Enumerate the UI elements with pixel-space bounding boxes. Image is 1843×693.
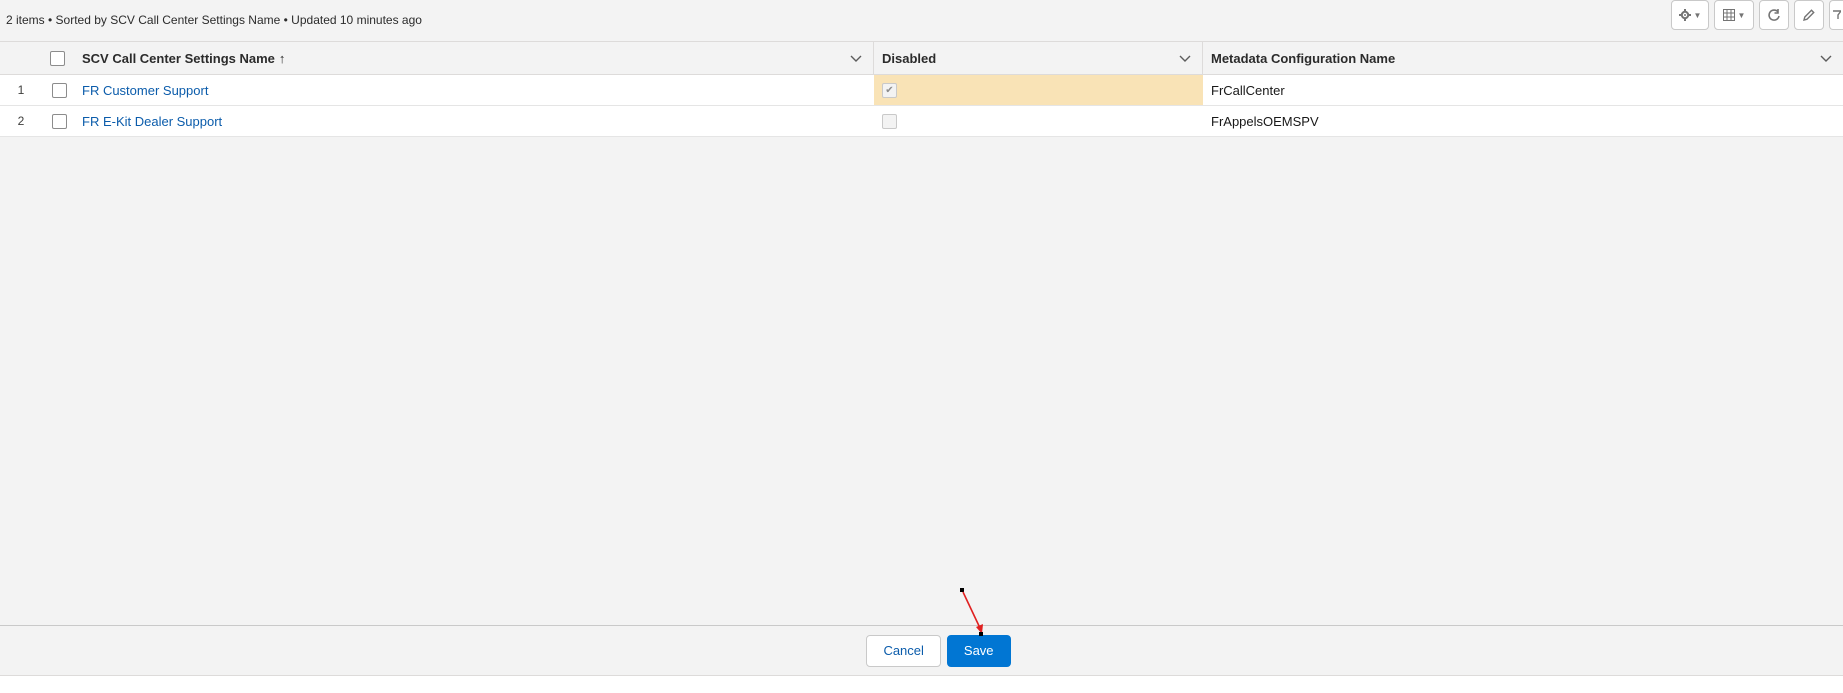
cancel-button[interactable]: Cancel — [866, 634, 941, 667]
row-number-header — [0, 42, 42, 74]
disabled-cell[interactable]: ✔ — [874, 75, 1203, 105]
chevron-down-icon[interactable] — [849, 51, 863, 65]
column-header-disabled[interactable]: Disabled — [874, 42, 1203, 74]
row-select-cell — [42, 75, 74, 105]
row-select-checkbox[interactable] — [52, 82, 67, 98]
select-all-cell — [42, 42, 74, 74]
data-table: SCV Call Center Settings Name ↑ Disabled… — [0, 41, 1843, 137]
column-header-name[interactable]: SCV Call Center Settings Name ↑ — [74, 42, 874, 74]
disabled-checkbox[interactable]: ✔ — [882, 82, 897, 98]
filter-button[interactable] — [1829, 0, 1843, 30]
utility-bar — [0, 675, 1843, 693]
row-number: 2 — [17, 114, 25, 128]
inline-edit-footer: Cancel Save — [0, 625, 1843, 675]
caret-down-icon: ▼ — [1693, 10, 1702, 20]
chevron-down-icon[interactable] — [1178, 51, 1192, 65]
disabled-cell[interactable] — [874, 106, 1203, 136]
list-toolbar: ▼ ▼ — [1671, 0, 1843, 32]
row-select-checkbox[interactable] — [52, 113, 67, 129]
list-settings-button[interactable]: ▼ — [1671, 0, 1709, 30]
caret-down-icon: ▼ — [1737, 10, 1746, 20]
display-as-button[interactable]: ▼ — [1714, 0, 1754, 30]
select-all-checkbox[interactable] — [50, 50, 65, 66]
refresh-icon — [1768, 9, 1780, 21]
metadata-cell: FrCallCenter — [1211, 82, 1285, 98]
table-row: 1 FR Customer Support ✔ FrCallCenter — [0, 75, 1843, 106]
list-info: 2 items • Sorted by SCV Call Center Sett… — [6, 13, 422, 27]
checkmark-icon: ✔ — [885, 84, 894, 96]
save-button[interactable]: Save — [946, 634, 1011, 667]
column-header-label: Metadata Configuration Name — [1211, 50, 1396, 66]
table-icon — [1722, 9, 1735, 21]
name-cell: FR Customer Support — [74, 75, 874, 105]
gear-icon — [1678, 9, 1691, 21]
row-select-cell — [42, 106, 74, 136]
sort-ascending-icon: ↑ — [278, 50, 286, 66]
record-link[interactable]: FR Customer Support — [82, 83, 208, 98]
table-header: SCV Call Center Settings Name ↑ Disabled… — [0, 41, 1843, 75]
column-header-label: SCV Call Center Settings Name — [82, 50, 275, 66]
row-number: 1 — [17, 83, 25, 97]
chevron-down-icon[interactable] — [1819, 51, 1833, 65]
filter-icon — [1832, 9, 1841, 21]
column-header-metadata[interactable]: Metadata Configuration Name — [1203, 42, 1843, 74]
table-row: 2 FR E-Kit Dealer Support FrAppelsOEMSPV — [0, 106, 1843, 137]
record-link[interactable]: FR E-Kit Dealer Support — [82, 114, 222, 129]
refresh-button[interactable] — [1759, 0, 1789, 30]
name-cell: FR E-Kit Dealer Support — [74, 106, 874, 136]
metadata-cell: FrAppelsOEMSPV — [1211, 113, 1319, 129]
inline-edit-button[interactable] — [1794, 0, 1824, 30]
disabled-checkbox[interactable] — [882, 113, 897, 129]
pencil-icon — [1803, 9, 1815, 21]
column-header-label: Disabled — [882, 50, 937, 66]
